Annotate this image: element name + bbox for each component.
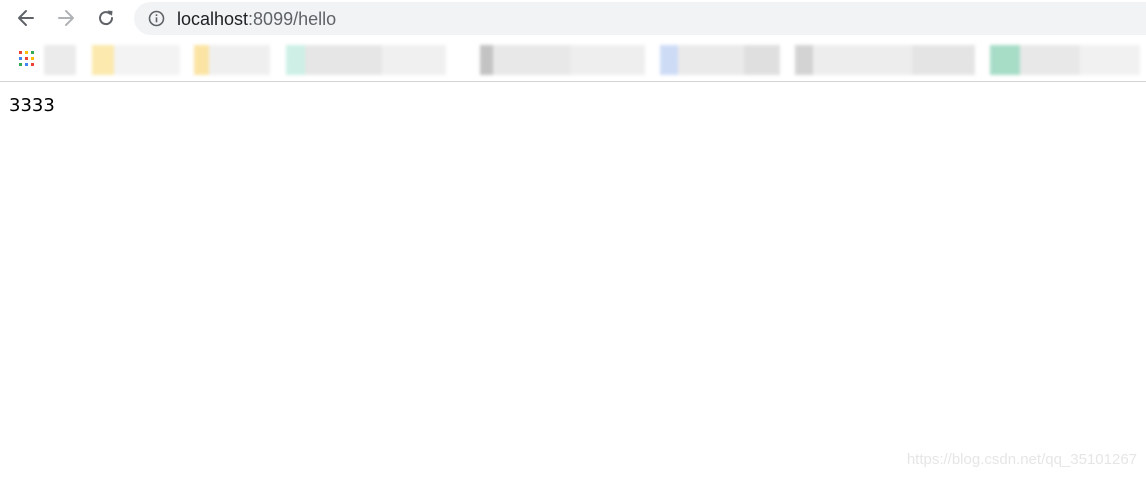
url-text[interactable]: localhost:8099/hello — [177, 9, 336, 29]
bookmark-item[interactable] — [660, 45, 780, 75]
bookmark-item[interactable] — [480, 45, 645, 75]
url-host: localhost — [177, 9, 249, 29]
bookmark-item[interactable] — [44, 45, 76, 75]
address-bar[interactable]: localhost:8099/hello — [134, 2, 1146, 35]
info-circle-icon[interactable] — [148, 10, 165, 27]
bookmark-item[interactable] — [990, 45, 1140, 75]
arrow-right-icon — [58, 10, 74, 26]
bookmark-item[interactable] — [286, 45, 446, 75]
bookmark-item[interactable] — [92, 45, 180, 75]
watermark-text: https://blog.csdn.net/qq_35101267 — [906, 451, 1137, 468]
response-body-text: 3333 — [9, 95, 55, 116]
back-button[interactable] — [12, 4, 40, 32]
reload-icon — [99, 10, 114, 26]
page-content: 3333 https://blog.csdn.net/qq_35101267 — [0, 82, 1146, 477]
bookmarks-bar — [0, 37, 1146, 82]
browser-toolbar: localhost:8099/hello — [0, 0, 1146, 37]
reload-button[interactable] — [92, 4, 120, 32]
forward-button[interactable] — [52, 4, 80, 32]
arrow-left-icon — [18, 10, 34, 26]
browser-window: localhost:8099/hello 3333 https://blog.c… — [0, 0, 1146, 477]
url-path: :8099/hello — [248, 9, 337, 29]
bookmark-item[interactable] — [795, 45, 975, 75]
apps-grid-icon[interactable] — [19, 51, 34, 66]
bookmark-item[interactable] — [194, 45, 270, 75]
